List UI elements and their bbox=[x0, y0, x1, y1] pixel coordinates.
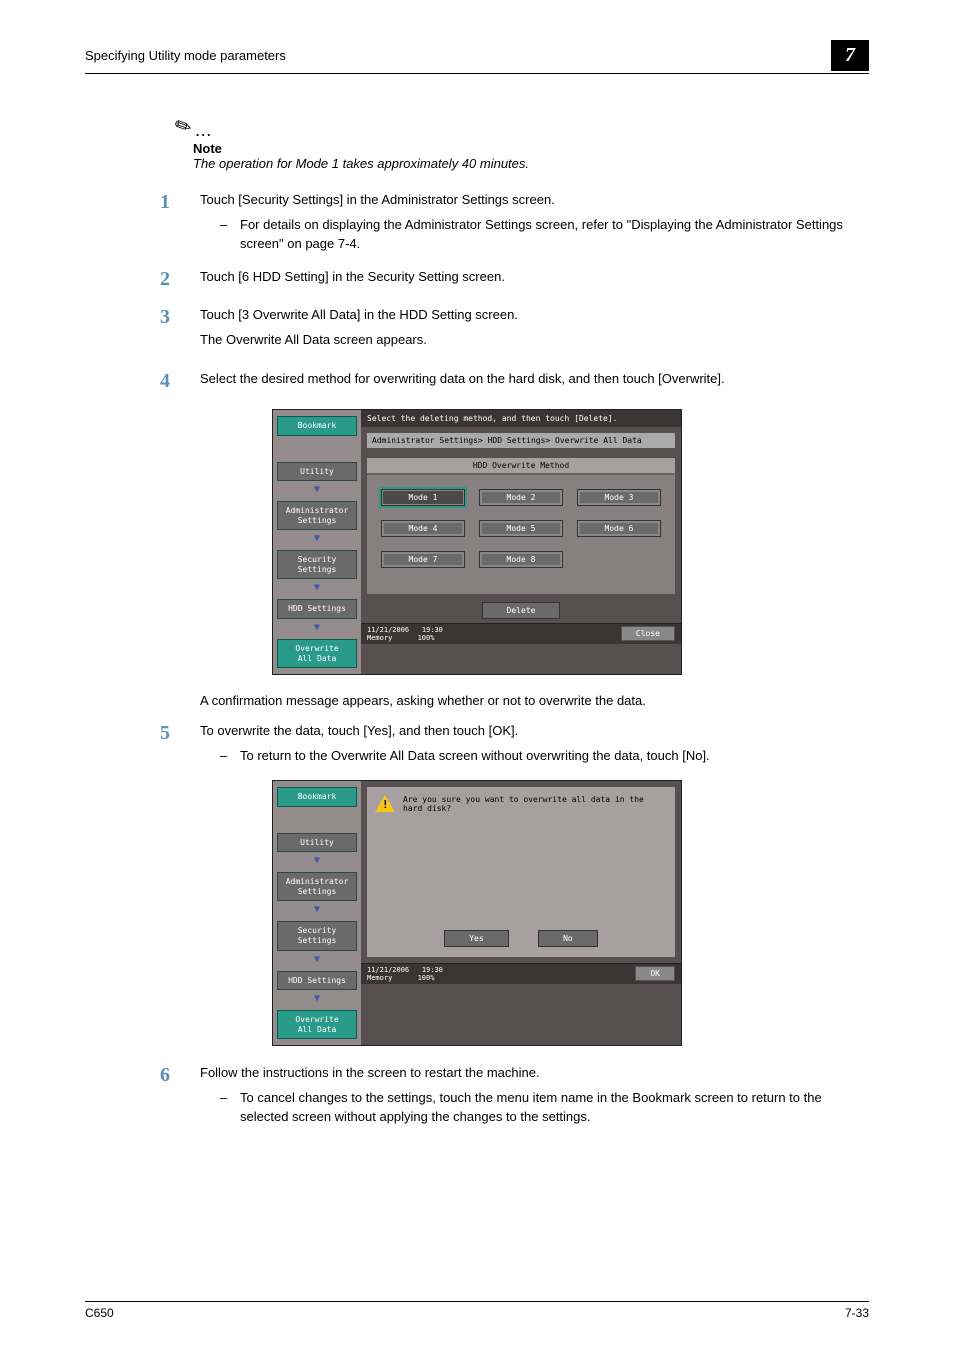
mode-1-button[interactable]: Mode 1 bbox=[381, 489, 465, 506]
mode-5-button[interactable]: Mode 5 bbox=[479, 520, 563, 537]
arrow-down-icon: ▼ bbox=[277, 534, 357, 544]
arrow-down-icon: ▼ bbox=[277, 583, 357, 593]
header-title: Specifying Utility mode parameters bbox=[85, 48, 286, 63]
dash-icon: – bbox=[220, 1089, 240, 1127]
note-text: The operation for Mode 1 takes approxima… bbox=[193, 156, 529, 171]
status-info: 11/21/2006 19:30 Memory 100% bbox=[367, 626, 443, 642]
note-label: Note bbox=[193, 141, 869, 156]
step-text: Follow the instructions in the screen to… bbox=[200, 1064, 869, 1083]
sidebar-hdd-button[interactable]: HDD Settings bbox=[277, 599, 357, 619]
arrow-down-icon: ▼ bbox=[277, 955, 357, 965]
page-header: Specifying Utility mode parameters 7 bbox=[85, 40, 869, 74]
sidebar-bookmark-button[interactable]: Bookmark bbox=[277, 416, 357, 436]
screen-sidebar: Bookmark Utility ▼ Administrator Setting… bbox=[273, 410, 361, 674]
screen-instruction: Select the deleting method, and then tou… bbox=[361, 410, 681, 427]
sidebar-utility-button[interactable]: Utility bbox=[277, 462, 357, 482]
panel-title: HDD Overwrite Method bbox=[367, 458, 675, 475]
step-number: 6 bbox=[160, 1064, 200, 1127]
step-2: 2 Touch [6 HDD Setting] in the Security … bbox=[85, 268, 869, 293]
footer-page: 7-33 bbox=[845, 1306, 869, 1320]
yes-button[interactable]: Yes bbox=[444, 930, 508, 947]
sidebar-overwrite-button[interactable]: Overwrite All Data bbox=[277, 1010, 357, 1039]
no-button[interactable]: No bbox=[538, 930, 598, 947]
arrow-down-icon: ▼ bbox=[277, 623, 357, 633]
step-number: 3 bbox=[160, 306, 200, 356]
step-text: To overwrite the data, touch [Yes], and … bbox=[200, 722, 869, 741]
step-text: Touch [Security Settings] in the Adminis… bbox=[200, 191, 869, 210]
step-1: 1 Touch [Security Settings] in the Admin… bbox=[85, 191, 869, 254]
note-block: ✎... Note The operation for Mode 1 takes… bbox=[175, 114, 869, 171]
pencil-icon: ✎ bbox=[171, 112, 197, 142]
sidebar-hdd-button[interactable]: HDD Settings bbox=[277, 971, 357, 991]
mode-7-button[interactable]: Mode 7 bbox=[381, 551, 465, 568]
mode-4-button[interactable]: Mode 4 bbox=[381, 520, 465, 537]
step-6: 6 Follow the instructions in the screen … bbox=[85, 1064, 869, 1127]
screen-sidebar: Bookmark Utility ▼ Administrator Setting… bbox=[273, 781, 361, 1045]
step-3: 3 Touch [3 Overwrite All Data] in the HD… bbox=[85, 306, 869, 356]
sidebar-admin-button[interactable]: Administrator Settings bbox=[277, 501, 357, 530]
step-after-text: The Overwrite All Data screen appears. bbox=[200, 331, 869, 350]
step-number: 5 bbox=[160, 722, 200, 766]
delete-button[interactable]: Delete bbox=[482, 602, 561, 619]
step-subtext: For details on displaying the Administra… bbox=[240, 216, 869, 254]
step-text: Select the desired method for overwritin… bbox=[200, 370, 869, 389]
chapter-badge: 7 bbox=[831, 40, 869, 71]
mode-6-button[interactable]: Mode 6 bbox=[577, 520, 661, 537]
arrow-down-icon: ▼ bbox=[277, 856, 357, 866]
close-button[interactable]: Close bbox=[621, 626, 675, 641]
step-subtext: To return to the Overwrite All Data scre… bbox=[240, 747, 869, 766]
dash-icon: – bbox=[220, 216, 240, 254]
step-number: 1 bbox=[160, 191, 200, 254]
screenshot-overwrite-method: Bookmark Utility ▼ Administrator Setting… bbox=[272, 409, 682, 675]
sidebar-security-button[interactable]: Security Settings bbox=[277, 550, 357, 579]
footer-model: C650 bbox=[85, 1306, 114, 1320]
sidebar-bookmark-button[interactable]: Bookmark bbox=[277, 787, 357, 807]
ok-button[interactable]: OK bbox=[635, 966, 675, 981]
warning-icon bbox=[375, 795, 395, 812]
step-4: 4 Select the desired method for overwrit… bbox=[85, 370, 869, 395]
confirmation-text: A confirmation message appears, asking w… bbox=[200, 693, 869, 708]
step-text: Touch [6 HDD Setting] in the Security Se… bbox=[200, 268, 869, 287]
step-subtext: To cancel changes to the settings, touch… bbox=[240, 1089, 869, 1127]
confirm-question: Are you sure you want to overwrite all d… bbox=[403, 795, 667, 813]
mode-2-button[interactable]: Mode 2 bbox=[479, 489, 563, 506]
page-footer: C650 7-33 bbox=[85, 1301, 869, 1320]
arrow-down-icon: ▼ bbox=[277, 905, 357, 915]
step-number: 4 bbox=[160, 370, 200, 395]
arrow-down-icon: ▼ bbox=[277, 994, 357, 1004]
sidebar-admin-button[interactable]: Administrator Settings bbox=[277, 872, 357, 901]
status-info: 11/21/2006 19:30 Memory 100% bbox=[367, 966, 443, 982]
sidebar-utility-button[interactable]: Utility bbox=[277, 833, 357, 853]
mode-8-button[interactable]: Mode 8 bbox=[479, 551, 563, 568]
sidebar-overwrite-button[interactable]: Overwrite All Data bbox=[277, 639, 357, 668]
sidebar-security-button[interactable]: Security Settings bbox=[277, 921, 357, 950]
step-text: Touch [3 Overwrite All Data] in the HDD … bbox=[200, 306, 869, 325]
step-5: 5 To overwrite the data, touch [Yes], an… bbox=[85, 722, 869, 766]
step-number: 2 bbox=[160, 268, 200, 293]
ellipsis-icon: ... bbox=[196, 124, 213, 139]
dash-icon: – bbox=[220, 747, 240, 766]
mode-3-button[interactable]: Mode 3 bbox=[577, 489, 661, 506]
arrow-down-icon: ▼ bbox=[277, 485, 357, 495]
breadcrumb: Administrator Settings> HDD Settings> Ov… bbox=[367, 433, 675, 448]
screenshot-confirm-overwrite: Bookmark Utility ▼ Administrator Setting… bbox=[272, 780, 682, 1046]
